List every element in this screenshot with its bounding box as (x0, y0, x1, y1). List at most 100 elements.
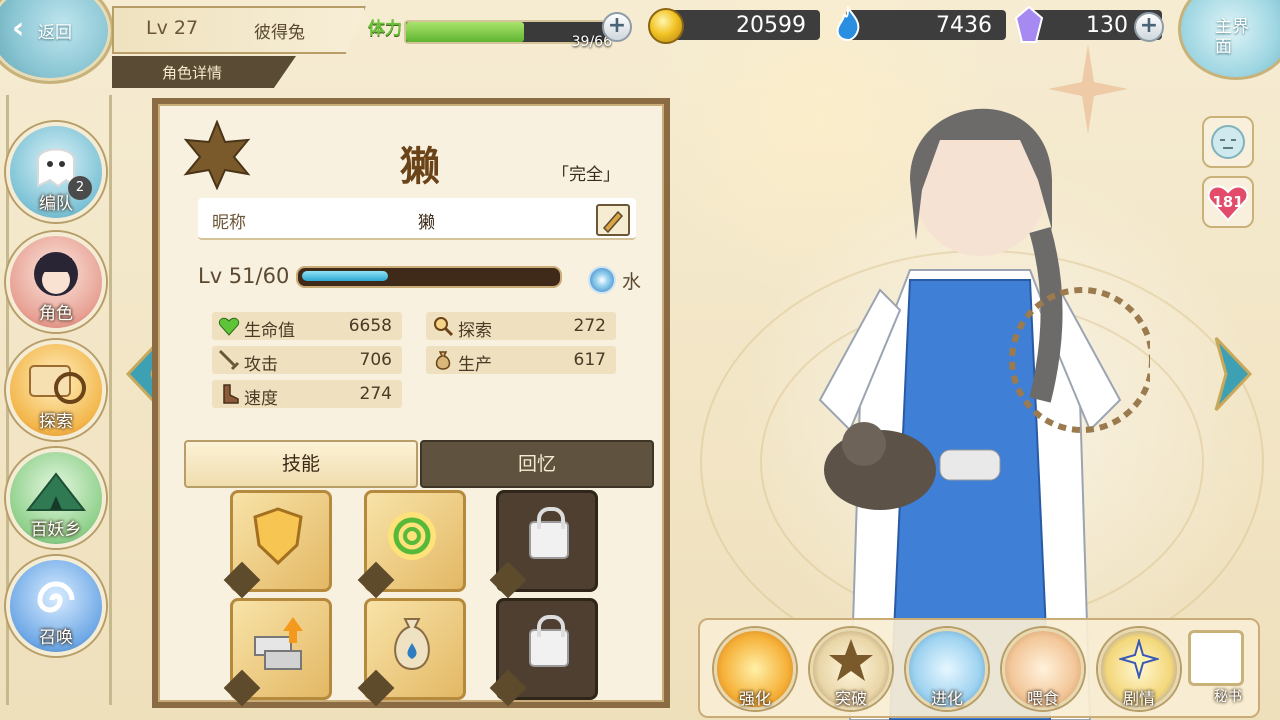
character-state: 「完全」 (552, 165, 620, 185)
skill-rank-corner (489, 669, 527, 707)
story-button[interactable]: 剧情 (1098, 628, 1180, 710)
stamina-fill (406, 22, 524, 42)
stat-speed: 速度 274 (212, 380, 402, 409)
stone-blocks-icon (254, 617, 303, 670)
character-detail-panel: 獭 「完全」 昵称 獭 Lv 51/60 水 生命值 6658 探索 272 攻… (152, 98, 670, 708)
gold-coin-icon (648, 8, 684, 44)
stat-value: 274 (359, 384, 392, 404)
sack-icon (435, 351, 451, 370)
stat-value: 617 (573, 350, 606, 370)
add-gems-button[interactable]: + (1134, 12, 1164, 42)
skill-slot-sack[interactable] (357, 598, 466, 707)
spirit-value: 7436 (936, 13, 992, 38)
sparkle-icon (1119, 639, 1159, 679)
stat-key: 生产 (458, 355, 492, 375)
spirit-counter: 7436 (846, 10, 1006, 40)
skill-slot-shield[interactable] (223, 490, 332, 599)
water-element-icon (588, 266, 616, 294)
gem-value: 130 (1086, 13, 1128, 38)
element-label: 水 (622, 271, 642, 293)
sidebar-item-village[interactable]: 百妖乡 (6, 448, 106, 548)
stat-key: 生命值 (244, 321, 295, 341)
back-button[interactable]: ‹ 返回 (0, 0, 114, 84)
skill-rank-corner (357, 669, 395, 707)
character-portrait-icon (34, 252, 78, 296)
edit-nickname-icon[interactable] (596, 204, 630, 236)
section-tab-label: 角色详情 (162, 64, 223, 82)
skill-rank-corner (357, 561, 395, 599)
face-icon (1211, 125, 1245, 159)
gold-value: 20599 (736, 13, 806, 38)
expression-button[interactable] (1202, 116, 1254, 168)
tab-memories[interactable]: 回忆 (420, 440, 654, 488)
player-level: Lv 27 (146, 17, 199, 39)
heart-icon (218, 317, 240, 336)
action-bar: 强化 突破 进化 喂食 剧情 秘书 (698, 618, 1260, 718)
shield-icon (253, 507, 303, 566)
sidebar-item-label: 编队 (39, 194, 73, 214)
affection-button[interactable]: 181 (1202, 176, 1254, 228)
tent-icon (25, 472, 87, 511)
sidebar-item-summon[interactable]: 召唤 (6, 556, 106, 656)
action-label: 喂食 (1026, 689, 1059, 708)
swirl-icon (37, 581, 75, 613)
sidebar-item-explore[interactable]: 探索 (6, 340, 106, 440)
magnifier-icon (434, 317, 454, 337)
nickname-row: 昵称 獭 (198, 198, 636, 240)
panel-inner: 獭 「完全」 昵称 獭 Lv 51/60 水 生命值 6658 探索 272 攻… (158, 104, 664, 707)
level-fill (302, 271, 389, 281)
secretary-label: 秘书 (1214, 689, 1242, 705)
enhance-button[interactable]: 强化 (714, 628, 796, 710)
skill-slot-locked[interactable] (489, 598, 598, 707)
character-level: Lv 51/60 (198, 264, 290, 288)
blue-flame-icon (836, 6, 860, 42)
stat-key: 探索 (458, 321, 492, 341)
water-sack-icon (394, 618, 430, 671)
level-bar (296, 266, 562, 288)
nickname-value: 獭 (418, 213, 435, 233)
stat-production: 生产 617 (426, 346, 616, 375)
action-label: 进化 (930, 689, 963, 708)
sidebar-item-team[interactable]: 2 编队 (6, 122, 106, 222)
tab-skills[interactable]: 技能 (184, 440, 418, 488)
affection-value: 181 (1212, 193, 1244, 211)
stat-key: 攻击 (244, 355, 278, 375)
sword-icon (218, 349, 240, 371)
rank-star-icon (183, 120, 251, 190)
lock-icon (529, 615, 569, 667)
stat-attack: 攻击 706 (212, 346, 402, 375)
stamina-meter: 体力 39/66 (366, 10, 632, 50)
star-icon (829, 639, 873, 681)
nickname-key: 昵称 (212, 213, 246, 233)
sidebar-item-label: 角色 (39, 304, 73, 324)
skill-slot-stone[interactable] (223, 598, 332, 707)
evolve-button[interactable]: 进化 (906, 628, 988, 710)
stat-value: 6658 (348, 316, 392, 336)
gold-counter: 20599 (660, 10, 820, 40)
sidebar-item-characters[interactable]: 角色 (6, 232, 106, 332)
action-label: 强化 (738, 689, 771, 708)
skill-rank-corner (489, 561, 527, 599)
secretary-button[interactable] (1188, 630, 1244, 686)
breakthrough-button[interactable]: 突破 (810, 628, 892, 710)
skill-slot-locked[interactable] (489, 490, 598, 599)
boot-icon (223, 384, 239, 404)
back-label: 返回 (38, 23, 72, 43)
green-swirl-icon (388, 512, 436, 560)
add-stamina-button[interactable]: + (602, 12, 632, 42)
feed-button[interactable]: 喂食 (1002, 628, 1084, 710)
character-name: 獭 (400, 144, 440, 190)
action-label: 剧情 (1122, 689, 1155, 708)
scroll-map-icon (29, 365, 86, 404)
skill-rank-corner (223, 669, 261, 707)
next-character-arrow[interactable] (1214, 334, 1254, 414)
skill-rank-corner (223, 561, 261, 599)
home-label: 主界面 (1215, 17, 1249, 57)
stamina-label: 体力 (368, 19, 402, 39)
section-tab: 角色详情 (112, 56, 296, 88)
player-name: 彼得兔 (254, 23, 305, 43)
stat-explore: 探索 272 (426, 312, 616, 341)
skill-slot-swirl[interactable] (357, 490, 466, 599)
crystal-icon (1014, 6, 1044, 43)
sidebar-item-label: 探索 (39, 412, 73, 432)
